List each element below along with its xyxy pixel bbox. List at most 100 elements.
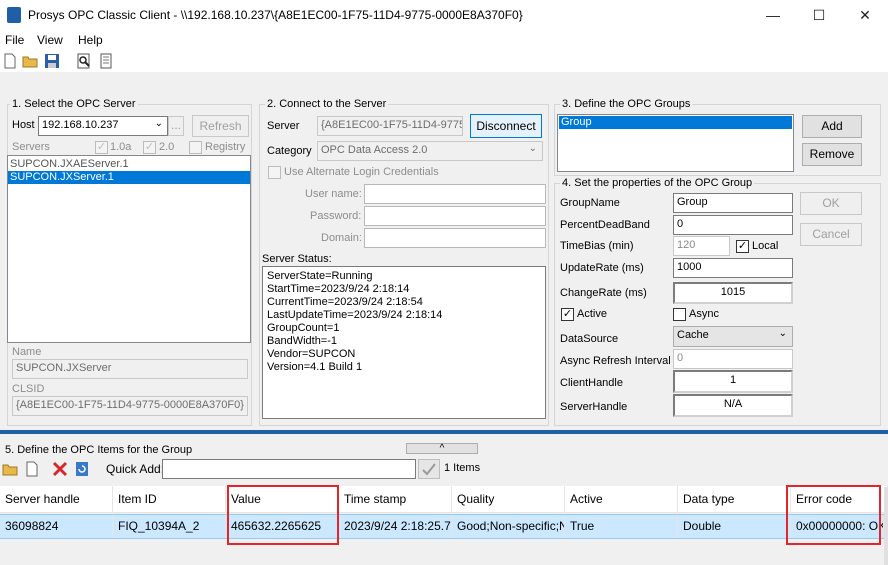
timebias-label: TimeBias (min): [560, 240, 634, 252]
password-field[interactable]: [364, 206, 546, 226]
async-checkbox[interactable]: [673, 308, 686, 321]
name-field[interactable]: SUPCON.JXServer: [12, 359, 248, 379]
menu-file[interactable]: File: [5, 33, 24, 47]
status-line: BandWidth=-1: [267, 335, 338, 347]
cell-time-stamp: 2023/9/24 2:18:25.77: [339, 515, 452, 538]
col-quality[interactable]: Quality: [452, 486, 565, 513]
col-item-id[interactable]: Item ID: [113, 486, 226, 513]
col-data-type[interactable]: Data type: [678, 486, 791, 513]
cell-active: True: [565, 515, 678, 538]
new-item-icon[interactable]: [24, 461, 40, 477]
client-handle-field: 1: [673, 370, 793, 393]
chevron-down-icon[interactable]: ⌄: [779, 328, 787, 339]
datasource-value: Cache: [677, 329, 709, 341]
app-icon: [7, 7, 21, 23]
local-checkbox[interactable]: ✓: [736, 240, 749, 253]
servers-list[interactable]: SUPCON.JXAEServer.1 SUPCON.JXServer.1: [7, 155, 251, 343]
async-refresh-field[interactable]: 0: [673, 349, 793, 369]
list-item[interactable]: SUPCON.JXServer.1: [8, 171, 250, 184]
save-icon[interactable]: [44, 53, 60, 69]
title-bar: Prosys OPC Classic Client - \\192.168.10…: [0, 0, 888, 30]
group-name-field[interactable]: Group: [673, 193, 793, 213]
items-grid-header: Server handle Item ID Value Time stamp Q…: [0, 486, 888, 513]
active-checkbox[interactable]: ✓: [561, 308, 574, 321]
disconnect-button[interactable]: Disconnect: [470, 114, 542, 138]
connect-title: 2. Connect to the Server: [265, 98, 389, 110]
clsid-field[interactable]: {A8E1EC00-1F75-11D4-9775-0000E8A370F0}: [12, 396, 248, 416]
active-label: Active: [577, 308, 607, 320]
domain-field[interactable]: [364, 228, 546, 248]
confirm-add-icon[interactable]: [418, 459, 440, 479]
status-line: ServerState=Running: [267, 270, 373, 282]
alt-login-checkbox[interactable]: [268, 166, 281, 179]
server-select-title: 1. Select the OPC Server: [10, 98, 138, 110]
collapse-button[interactable]: ^: [406, 443, 478, 454]
password-label: Password:: [310, 210, 362, 222]
error-code-highlight-box: [786, 485, 881, 545]
status-line: LastUpdateTime=2023/9/24 2:18:14: [267, 309, 443, 321]
domain-label: Domain:: [321, 232, 362, 244]
opt-registry-checkbox[interactable]: [189, 141, 202, 154]
items-title: 5. Define the OPC Items for the Group: [5, 444, 193, 456]
quick-add-input[interactable]: [162, 459, 416, 479]
value-highlight-box: [227, 485, 339, 545]
category-label: Category: [267, 145, 312, 157]
new-file-icon[interactable]: [2, 53, 18, 69]
list-item[interactable]: SUPCON.JXAEServer.1: [8, 158, 250, 171]
async-label: Async: [689, 308, 719, 320]
delete-icon[interactable]: [52, 461, 68, 477]
opt-20-checkbox[interactable]: ✓: [143, 141, 156, 154]
close-button[interactable]: ✕: [842, 0, 888, 30]
refresh-button[interactable]: Refresh: [192, 115, 249, 137]
print-preview-icon[interactable]: [76, 53, 92, 69]
browse-button[interactable]: ...: [168, 116, 184, 136]
open-folder-icon[interactable]: [2, 461, 18, 477]
updaterate-field[interactable]: 1000: [673, 258, 793, 278]
col-server-handle[interactable]: Server handle: [0, 486, 113, 513]
refresh-icon[interactable]: [74, 461, 90, 477]
client-handle-label: ClientHandle: [560, 377, 623, 389]
group-props-title: 4. Set the properties of the OPC Group: [560, 177, 755, 189]
category-select[interactable]: OPC Data Access 2.0 ⌄: [317, 141, 543, 161]
menu-view[interactable]: View: [37, 33, 63, 47]
username-field[interactable]: [364, 184, 546, 204]
datasource-select[interactable]: Cache ⌄: [673, 326, 793, 347]
quick-add-label: Quick Add:: [106, 462, 165, 476]
status-line: Vendor=SUPCON: [267, 348, 356, 360]
ok-button[interactable]: OK: [800, 192, 862, 215]
remove-group-button[interactable]: Remove: [802, 143, 862, 166]
category-value: OPC Data Access 2.0: [321, 144, 428, 156]
opt-10a-checkbox[interactable]: ✓: [95, 141, 108, 154]
col-active[interactable]: Active: [565, 486, 678, 513]
servers-label: Servers: [12, 141, 50, 153]
host-combo[interactable]: 192.168.10.237 ⌄: [38, 116, 168, 136]
chevron-down-icon[interactable]: ⌄: [155, 118, 163, 129]
chevron-down-icon[interactable]: ⌄: [529, 143, 537, 154]
print-icon[interactable]: [98, 53, 114, 69]
username-label: User name:: [305, 188, 362, 200]
deadband-field[interactable]: 0: [673, 215, 793, 235]
add-group-button[interactable]: Add: [802, 115, 862, 138]
server-field[interactable]: {A8E1EC00-1F75-11D4-9775: [317, 116, 463, 136]
status-line: CurrentTime=2023/9/24 2:18:54: [267, 296, 423, 308]
groups-list[interactable]: Group: [557, 114, 794, 172]
main-toolbar: [0, 50, 888, 72]
open-folder-icon[interactable]: [22, 53, 38, 69]
groups-title: 3. Define the OPC Groups: [560, 98, 693, 110]
section-divider: [0, 430, 888, 434]
cancel-button[interactable]: Cancel: [800, 223, 862, 246]
timebias-field[interactable]: 120: [673, 236, 730, 256]
list-item[interactable]: Group: [559, 116, 792, 129]
opt-registry-label: Registry: [205, 141, 246, 153]
minimize-button[interactable]: —: [750, 0, 796, 30]
col-time-stamp[interactable]: Time stamp: [339, 486, 452, 513]
table-row[interactable]: 36098824 FIQ_10394A_2 465632.2265625 202…: [0, 514, 884, 539]
menu-help[interactable]: Help: [78, 33, 103, 47]
grid-scrollbar[interactable]: [884, 487, 888, 565]
maximize-button[interactable]: ☐: [796, 0, 842, 30]
server-status-box: ServerState=Running StartTime=2023/9/24 …: [262, 266, 546, 419]
server-handle-field: N/A: [673, 394, 793, 417]
datasource-label: DataSource: [560, 333, 619, 345]
status-line: Version=4.1 Build 1: [267, 361, 363, 373]
opt-20-label: 2.0: [159, 141, 175, 153]
